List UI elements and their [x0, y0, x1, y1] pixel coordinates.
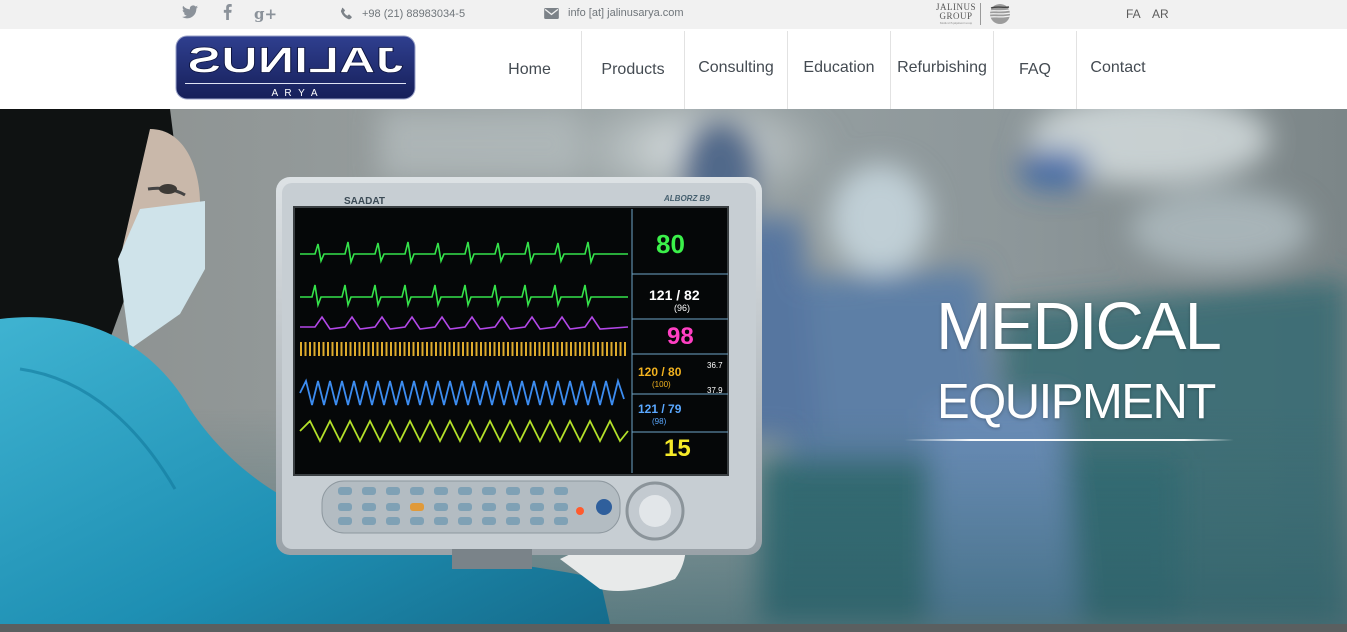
- nav-contact-label: Contact: [1090, 59, 1146, 76]
- monitor-ibp1-value: 120 / 80: [638, 365, 682, 379]
- monitor-hr-value: 80: [656, 229, 685, 259]
- nav-education-label: Education: [803, 59, 875, 76]
- monitor-ibp1-mean: (100): [652, 380, 671, 389]
- group-logo-text: JALINUS GROUP Medical Equipment Group: [936, 3, 982, 25]
- hero-banner[interactable]: SAADAT ALBORZ B9 80 121 / 82 (96) 98 120…: [0, 109, 1347, 624]
- nav-home[interactable]: Home: [478, 29, 581, 109]
- group-logo-line2: GROUP: [939, 11, 973, 21]
- hero-title-line2: EQUIPMENT: [937, 375, 1216, 429]
- monitor-illustration: [276, 177, 762, 569]
- monitor-t2-value: 37.9: [707, 386, 723, 395]
- jalinus-arya-logo[interactable]: JALINUS A R Y A: [175, 35, 416, 100]
- nav-consulting-label: Consulting: [698, 59, 774, 76]
- nav-home-label: Home: [508, 61, 551, 78]
- main-header: JALINUS A R Y A Home Products Consulting…: [0, 29, 1347, 109]
- jalinus-group-logo[interactable]: JALINUS GROUP Medical Equipment Group: [936, 2, 1013, 26]
- lang-ar-link[interactable]: AR: [1152, 7, 1169, 21]
- monitor-rr-value: 15: [664, 435, 691, 462]
- logo-mark-text: JALINUS: [188, 41, 404, 81]
- twitter-icon[interactable]: [180, 4, 200, 24]
- logo-sub-text: A R Y A: [271, 88, 319, 99]
- nav-refurbishing[interactable]: Refurbishing: [891, 29, 993, 109]
- group-logo-sub: Medical Equipment Group: [939, 21, 973, 25]
- phone-contact: +98 (21) 88983034-5: [340, 7, 465, 20]
- monitor-brand: SAADAT: [344, 196, 385, 207]
- monitor-nibp-mean: (96): [674, 303, 691, 313]
- monitor-nibp-value: 121 / 82: [649, 287, 700, 303]
- facebook-icon[interactable]: [217, 4, 237, 24]
- google-plus-icon[interactable]: g+: [254, 4, 277, 24]
- nav-faq-label: FAQ: [1018, 61, 1051, 78]
- nav-products[interactable]: Products: [582, 29, 684, 109]
- main-nav: Home Products Consulting Education Refur…: [478, 29, 1159, 109]
- hero-underline-divider: [904, 439, 1234, 441]
- email-address[interactable]: info [at] jalinusarya.com: [568, 7, 684, 19]
- phone-number: +98 (21) 88983034-5: [362, 7, 466, 20]
- monitor-spo2-value: 98: [667, 323, 694, 350]
- envelope-icon: [544, 7, 559, 19]
- nav-contact[interactable]: Contact: [1077, 29, 1159, 109]
- nav-consulting[interactable]: Consulting: [685, 29, 787, 109]
- email-contact: info [at] jalinusarya.com: [544, 7, 684, 19]
- top-bar: g+ +98 (21) 88983034-5 info [at] jalinus…: [0, 0, 1347, 29]
- phone-icon: [340, 7, 352, 20]
- nav-refurbishing-label: Refurbishing: [897, 59, 987, 76]
- nav-faq[interactable]: FAQ: [994, 29, 1076, 109]
- monitor-ibp2-value: 121 / 79: [638, 402, 682, 416]
- hero-title-line1: MEDICAL: [936, 289, 1222, 364]
- next-slide-edge: [0, 624, 1347, 632]
- nav-products-label: Products: [601, 61, 665, 78]
- nav-education[interactable]: Education: [788, 29, 890, 109]
- group-emblem-icon: [988, 4, 1012, 24]
- monitor-ibp2-mean: (98): [652, 417, 667, 426]
- lang-fa-link[interactable]: FA: [1126, 7, 1141, 21]
- monitor-t1-value: 36.7: [707, 361, 723, 370]
- monitor-model: ALBORZ B9: [664, 194, 710, 203]
